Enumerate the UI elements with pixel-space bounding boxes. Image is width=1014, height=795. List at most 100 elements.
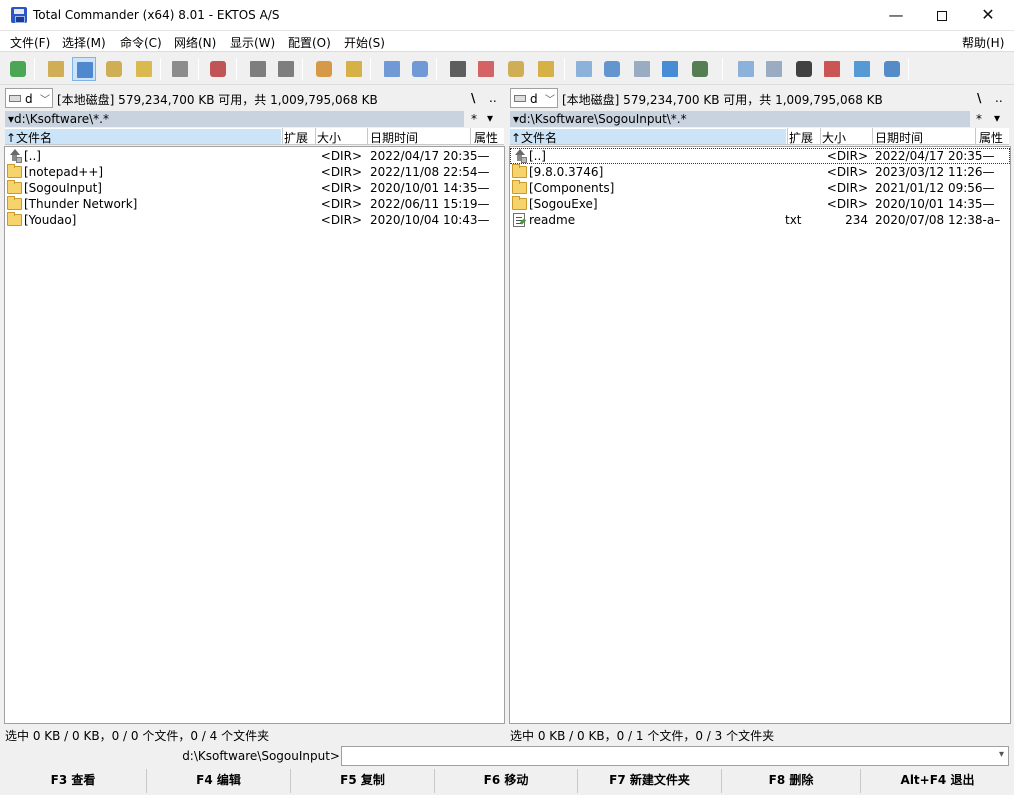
network-button[interactable] xyxy=(850,57,874,81)
left-col-date[interactable]: 日期时间 xyxy=(370,129,418,145)
right-col-date[interactable]: 日期时间 xyxy=(875,129,923,145)
remote-desktop-icon xyxy=(692,61,708,77)
left-root-button[interactable]: \ xyxy=(471,91,475,105)
left-file-panel[interactable]: [..] <DIR> 2022/04/17 20:35— [notepad++] <DI… xyxy=(4,146,505,724)
function-key-bar: F3 查看 F4 编辑 F5 复制 F6 移动 F7 新建文件夹 F8 删除 A… xyxy=(0,769,1014,793)
right-filter[interactable]: * ▾ xyxy=(973,111,1009,127)
menu-select[interactable]: 选择(M) xyxy=(62,34,106,51)
thumbnails-icon xyxy=(106,61,122,77)
minimize-button[interactable]: — xyxy=(873,0,919,31)
pack-button[interactable] xyxy=(312,57,336,81)
f4-edit-button[interactable]: F4 编辑 xyxy=(147,769,291,793)
file-row[interactable]: [SogouInput] <DIR> 2020/10/01 14:35— xyxy=(5,180,504,196)
f7-new-folder-button[interactable]: F7 新建文件夹 xyxy=(578,769,722,793)
right-col-size[interactable]: 大小 xyxy=(822,129,846,145)
menu-file[interactable]: 文件(F) xyxy=(10,34,50,51)
file-row[interactable]: [Components] <DIR> 2021/01/12 09:56— xyxy=(510,180,1010,196)
f5-copy-button[interactable]: F5 复制 xyxy=(291,769,435,793)
menu-network[interactable]: 网络(N) xyxy=(174,34,216,51)
right-drive-select[interactable]: d ﹀ xyxy=(510,88,558,108)
wordpad-icon xyxy=(738,61,754,77)
file-row[interactable]: [9.8.0.3746] <DIR> 2023/03/12 11:26— xyxy=(510,164,1010,180)
toolbar-separator xyxy=(564,58,565,80)
remote-desktop-button[interactable] xyxy=(688,57,712,81)
tree-view-button[interactable] xyxy=(132,57,156,81)
close-button[interactable]: ✕ xyxy=(965,0,1011,31)
left-filter[interactable]: * ▾ xyxy=(468,111,504,127)
control-panel-button[interactable] xyxy=(600,57,624,81)
file-ext: txt xyxy=(785,213,802,227)
menu-help[interactable]: 帮助(H) xyxy=(962,34,1004,51)
f8-delete-button[interactable]: F8 删除 xyxy=(722,769,861,793)
file-row[interactable]: [..] <DIR> 2022/04/17 20:35— xyxy=(510,148,1010,164)
menu-start[interactable]: 开始(S) xyxy=(344,34,385,51)
file-row[interactable]: [Thunder Network] <DIR> 2022/06/11 15:19— xyxy=(5,196,504,212)
left-col-size[interactable]: 大小 xyxy=(317,129,341,145)
cmd-prompt-button[interactable] xyxy=(792,57,816,81)
unpack-button[interactable] xyxy=(342,57,366,81)
sync-dirs-button[interactable] xyxy=(504,57,528,81)
right-file-panel[interactable]: [..] <DIR> 2022/04/17 20:35— [9.8.0.3746] <D… xyxy=(509,146,1011,724)
left-drive-select[interactable]: d ﹀ xyxy=(5,88,53,108)
multi-rename-button[interactable] xyxy=(474,57,498,81)
file-date: 2023/03/12 11:26— xyxy=(875,165,995,179)
back-button[interactable] xyxy=(246,57,270,81)
window-title: Total Commander (x64) 8.01 - EKTOS A/S xyxy=(33,8,280,22)
invert-selection-button[interactable] xyxy=(206,57,230,81)
file-row[interactable]: [Youdao] <DIR> 2020/10/04 10:43— xyxy=(5,212,504,228)
wordpad-button[interactable] xyxy=(734,57,758,81)
forward-button[interactable] xyxy=(274,57,298,81)
calc-button[interactable] xyxy=(762,57,786,81)
menu-commands[interactable]: 命令(C) xyxy=(120,34,162,51)
left-col-name[interactable]: ↑文件名 xyxy=(5,129,281,145)
f6-move-button[interactable]: F6 移动 xyxy=(435,769,578,793)
folder-icon xyxy=(512,180,527,194)
phone-button[interactable] xyxy=(820,57,844,81)
internet-explorer-button[interactable] xyxy=(658,57,682,81)
calc-icon xyxy=(766,61,782,77)
right-col-name[interactable]: ↑文件名 xyxy=(510,129,786,145)
sync-dirs-icon xyxy=(508,61,524,77)
left-status: 选中 0 KB / 0 KB，0 / 0 个文件，0 / 4 个文件夹 xyxy=(5,729,270,743)
menu-configuration[interactable]: 配置(O) xyxy=(288,34,331,51)
file-name: [SogouExe] xyxy=(529,197,598,211)
compare-dirs-button[interactable] xyxy=(168,57,192,81)
left-path-bar[interactable]: ▾d:\Ksoftware\*.* xyxy=(5,111,464,127)
file-size: <DIR> xyxy=(320,149,362,163)
right-col-attr[interactable]: 属性 xyxy=(979,129,1003,145)
detailed-view-button[interactable] xyxy=(72,57,96,81)
file-name: readme xyxy=(529,213,576,227)
right-up-button[interactable]: .. xyxy=(995,91,1003,105)
calculator-button[interactable] xyxy=(630,57,654,81)
ftp-url-button[interactable] xyxy=(408,57,432,81)
file-row[interactable]: [..] <DIR> 2022/04/17 20:35— xyxy=(5,148,504,164)
thumbnails-button[interactable] xyxy=(102,57,126,81)
display-button[interactable] xyxy=(880,57,904,81)
left-up-button[interactable]: .. xyxy=(489,91,497,105)
refresh-button[interactable] xyxy=(6,57,30,81)
left-col-ext[interactable]: 扩展 xyxy=(284,129,308,145)
chevron-down-icon: ▾ xyxy=(994,111,1001,125)
internet-explorer-icon xyxy=(662,61,678,77)
maximize-button[interactable] xyxy=(919,0,965,31)
alt-f4-exit-button[interactable]: Alt+F4 退出 xyxy=(861,769,1014,793)
maximize-icon xyxy=(937,10,947,21)
command-line-input[interactable]: ▾ xyxy=(341,746,1009,766)
brief-view-button[interactable] xyxy=(44,57,68,81)
folder-icon xyxy=(7,164,22,178)
ftp-connect-button[interactable] xyxy=(380,57,404,81)
menu-show[interactable]: 显示(W) xyxy=(230,34,275,51)
find-files-button[interactable] xyxy=(446,57,470,81)
right-path-bar[interactable]: ▾d:\Ksoftware\SogouInput\*.* xyxy=(510,111,970,127)
right-root-button[interactable]: \ xyxy=(977,91,981,105)
copy-names-button[interactable] xyxy=(534,57,558,81)
phone-icon xyxy=(824,61,840,77)
file-row[interactable]: readme txt 234 2020/07/08 12:38-a– xyxy=(510,212,1010,228)
command-line: d:\Ksoftware\SogouInput> ▾ xyxy=(0,745,1014,767)
f3-view-button[interactable]: F3 查看 xyxy=(0,769,147,793)
notepad-button[interactable] xyxy=(572,57,596,81)
right-col-ext[interactable]: 扩展 xyxy=(789,129,813,145)
file-row[interactable]: [notepad++] <DIR> 2022/11/08 22:54— xyxy=(5,164,504,180)
left-col-attr[interactable]: 属性 xyxy=(474,129,498,145)
file-row[interactable]: [SogouExe] <DIR> 2020/10/01 14:35— xyxy=(510,196,1010,212)
